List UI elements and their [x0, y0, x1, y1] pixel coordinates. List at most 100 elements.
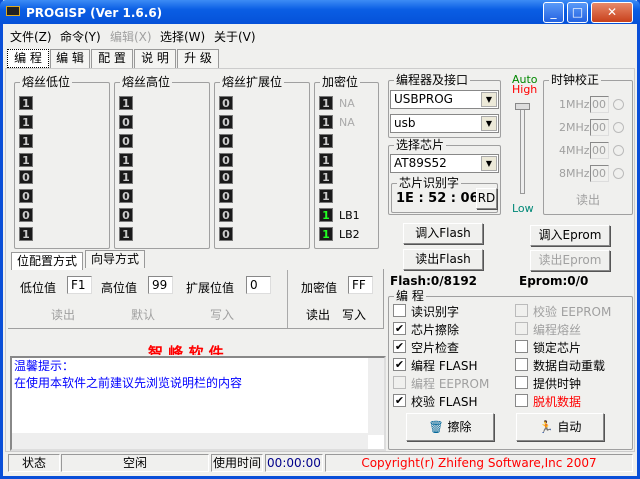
- option-checkbox[interactable]: [515, 322, 528, 335]
- fuse-read-button[interactable]: 读出: [51, 306, 75, 323]
- clock-value-input[interactable]: 00: [590, 96, 609, 113]
- ext-value-input[interactable]: 0: [246, 276, 271, 294]
- log-area[interactable]: 温馨提示： 在使用本软件之前建议先浏览说明栏的内容: [10, 356, 386, 451]
- fuse-bit[interactable]: 0: [119, 134, 133, 148]
- fuse-bit[interactable]: 1: [319, 96, 333, 110]
- clock-value-input[interactable]: 00: [590, 142, 609, 159]
- option-checkbox[interactable]: [393, 376, 406, 389]
- fuse-bit[interactable]: 0: [19, 170, 33, 184]
- menu-file[interactable]: 文件(Z): [10, 28, 52, 45]
- subtab-bit-config[interactable]: 位配置方式: [11, 252, 83, 270]
- fuse-bit[interactable]: 0: [19, 208, 33, 222]
- programmer-select[interactable]: USBPROG ▼: [390, 90, 499, 109]
- programmer-label: 编程器及接口: [394, 73, 471, 87]
- fuse-bit[interactable]: 1: [319, 170, 333, 184]
- fuse-bit[interactable]: 0: [219, 115, 233, 129]
- fuse-bit[interactable]: 1: [19, 134, 33, 148]
- fuse-write-button[interactable]: 写入: [210, 306, 234, 323]
- port-value: usb: [394, 116, 416, 130]
- fuse-bit[interactable]: 0: [119, 189, 133, 203]
- port-select[interactable]: usb ▼: [390, 114, 499, 133]
- erase-button[interactable]: 🗑 擦除: [406, 413, 494, 441]
- lock-read-button[interactable]: 读出: [306, 306, 330, 323]
- horizontal-scrollbar[interactable]: [12, 433, 368, 449]
- programmer-value: USBPROG: [394, 92, 453, 106]
- clock-value-input[interactable]: 00: [590, 119, 609, 136]
- option-checkbox[interactable]: [515, 358, 528, 371]
- option-label: 编程熔丝: [533, 323, 582, 337]
- menu-command[interactable]: 命令(Y): [60, 28, 101, 45]
- option-checkbox[interactable]: [515, 304, 528, 317]
- fuse-bit[interactable]: 1: [319, 134, 333, 148]
- fuse-bit[interactable]: 1: [119, 96, 133, 110]
- menu-edit[interactable]: 编辑(X): [110, 28, 152, 45]
- option-checkbox[interactable]: ✔: [393, 340, 406, 353]
- fuse-bit[interactable]: 0: [219, 170, 233, 184]
- tab-config[interactable]: 配 置: [91, 49, 133, 68]
- fuse-default-button[interactable]: 默认: [131, 306, 155, 323]
- fuse-bit[interactable]: 0: [219, 227, 233, 241]
- tab-edit[interactable]: 编 辑: [50, 49, 90, 68]
- speed-slider-track[interactable]: [520, 104, 525, 194]
- eprom-counter: Eprom:0/0: [519, 274, 589, 288]
- clock-read-button[interactable]: 读出: [576, 191, 600, 208]
- fuse-bit[interactable]: 1: [319, 208, 333, 222]
- read-signature-button[interactable]: RD: [476, 188, 497, 209]
- fuse-bit[interactable]: 0: [219, 153, 233, 167]
- fuse-bit[interactable]: 0: [219, 134, 233, 148]
- fuse-bit[interactable]: 1: [19, 115, 33, 129]
- menu-select[interactable]: 选择(W): [160, 28, 205, 45]
- fuse-bit[interactable]: 1: [119, 170, 133, 184]
- tab-upgrade[interactable]: 升 级: [177, 49, 219, 68]
- tab-program[interactable]: 编 程: [7, 49, 49, 68]
- read-eprom-button[interactable]: 读出Eprom: [530, 250, 610, 271]
- fuse-bit[interactable]: 1: [319, 227, 333, 241]
- speed-slider-thumb[interactable]: [515, 103, 530, 110]
- fuse-bit[interactable]: 1: [319, 153, 333, 167]
- option-checkbox[interactable]: [515, 394, 528, 407]
- maximize-button[interactable]: □: [567, 2, 588, 23]
- lock-value-input[interactable]: FF: [348, 276, 373, 294]
- fuse-bit[interactable]: 1: [319, 189, 333, 203]
- clock-value-input[interactable]: 00: [590, 165, 609, 182]
- fuse-bit[interactable]: 1: [319, 115, 333, 129]
- chip-select[interactable]: AT89S52 ▼: [390, 154, 499, 173]
- fuse-bit[interactable]: 1: [119, 227, 133, 241]
- option-checkbox[interactable]: ✔: [393, 394, 406, 407]
- fuse-bit[interactable]: 1: [19, 96, 33, 110]
- option-checkbox[interactable]: [515, 340, 528, 353]
- option-checkbox[interactable]: [393, 304, 406, 317]
- vertical-scrollbar[interactable]: [368, 358, 384, 435]
- erase-label: 擦除: [447, 420, 472, 434]
- lock-bit-name: NA: [339, 116, 355, 129]
- fuse-bit[interactable]: 1: [19, 153, 33, 167]
- low-value-input[interactable]: F1: [67, 276, 92, 294]
- clock-radio[interactable]: [613, 99, 624, 110]
- fuse-bit[interactable]: 0: [119, 115, 133, 129]
- subtab-wizard[interactable]: 向导方式: [85, 250, 145, 268]
- fuse-bit[interactable]: 1: [119, 153, 133, 167]
- fuse-bit[interactable]: 0: [119, 208, 133, 222]
- fuse-bit[interactable]: 0: [219, 96, 233, 110]
- tab-help[interactable]: 说 明: [134, 49, 176, 68]
- close-button[interactable]: ✕: [591, 2, 633, 23]
- fuse-bit[interactable]: 1: [19, 227, 33, 241]
- load-flash-button[interactable]: 调入Flash: [403, 223, 483, 244]
- high-value-input[interactable]: 99: [148, 276, 173, 294]
- fuse-bit[interactable]: 0: [219, 208, 233, 222]
- clock-radio[interactable]: [613, 168, 624, 179]
- lock-write-button[interactable]: 写入: [342, 306, 366, 323]
- option-checkbox[interactable]: ✔: [393, 358, 406, 371]
- menu-about[interactable]: 关于(V): [214, 28, 256, 45]
- option-checkbox[interactable]: [515, 376, 528, 389]
- clock-radio[interactable]: [613, 122, 624, 133]
- option-checkbox[interactable]: ✔: [393, 322, 406, 335]
- clock-radio[interactable]: [613, 145, 624, 156]
- auto-button[interactable]: 🏃 自动: [516, 413, 604, 441]
- low-value-label: 低位值: [20, 281, 57, 295]
- load-eprom-button[interactable]: 调入Eprom: [530, 225, 610, 246]
- minimize-button[interactable]: _: [543, 2, 564, 23]
- read-flash-button[interactable]: 读出Flash: [403, 249, 483, 270]
- fuse-bit[interactable]: 0: [19, 189, 33, 203]
- fuse-bit[interactable]: 0: [219, 189, 233, 203]
